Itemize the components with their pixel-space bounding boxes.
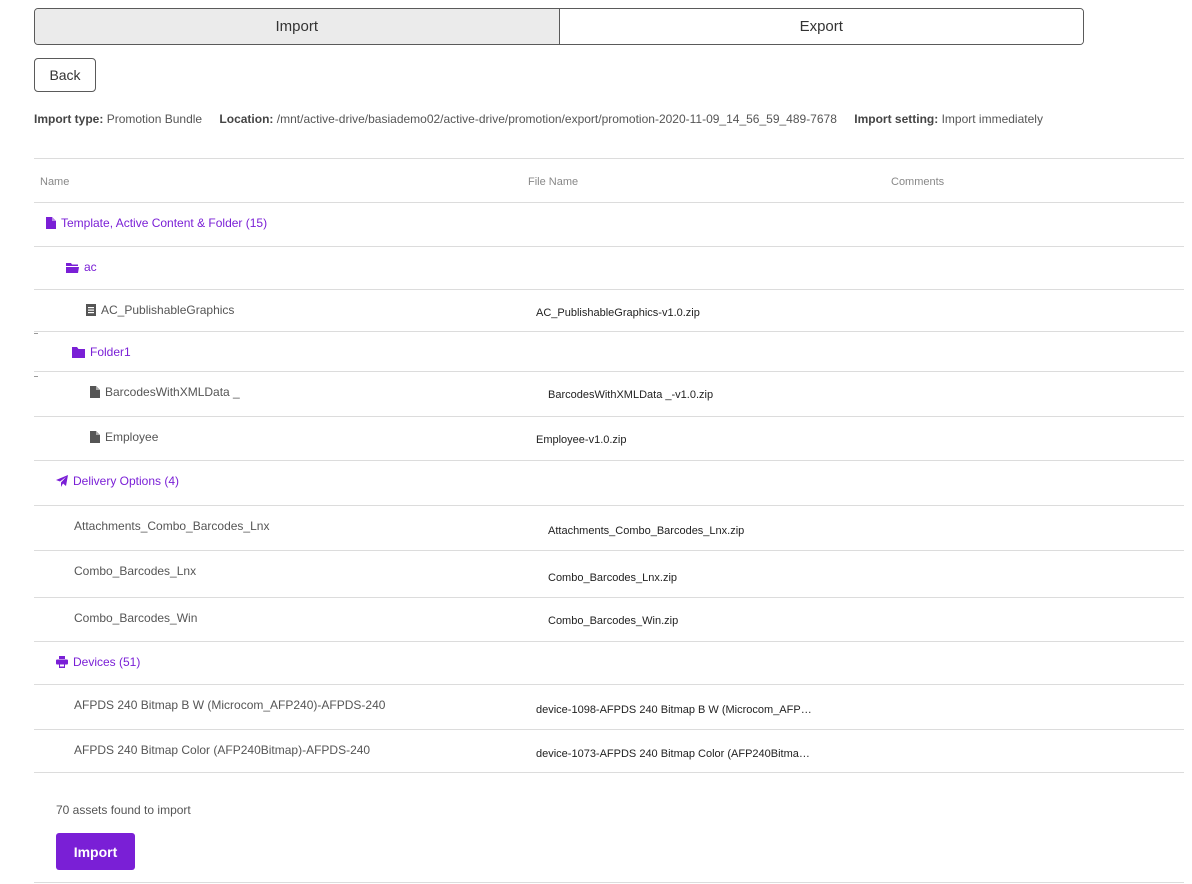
assets-table: Name File Name Comments Template, Active… <box>34 158 1184 773</box>
folder-icon <box>72 346 85 358</box>
row-name: Delivery Options (4) <box>56 474 179 488</box>
row-name: AFPDS 240 Bitmap B W (Microcom_AFP240)-A… <box>74 698 385 712</box>
row-name: Combo_Barcodes_Win <box>74 611 197 625</box>
row-name-text: Devices (51) <box>73 655 141 669</box>
table-row[interactable]: AFPDS 240 Bitmap B W (Microcom_AFP240)-A… <box>34 685 1184 730</box>
import-export-tabs: Import Export <box>34 8 1084 45</box>
row-name: Employee <box>90 430 158 444</box>
table-row[interactable]: Combo_Barcodes_Win Combo_Barcodes_Win.zi… <box>34 598 1184 642</box>
import-location: Location: /mnt/active-drive/basiademo02/… <box>219 112 836 126</box>
table-row[interactable]: Attachments_Combo_Barcodes_Lnx Attachmen… <box>34 506 1184 551</box>
row-name-text: Employee <box>105 430 159 444</box>
table-row[interactable]: Delivery Options (4) <box>34 461 1184 506</box>
row-file-name: device-1073-AFPDS 240 Bitmap Color (AFP2… <box>536 748 810 760</box>
table-row[interactable]: Folder1 <box>34 332 1184 372</box>
row-name: Attachments_Combo_Barcodes_Lnx <box>74 519 269 533</box>
document-icon <box>86 304 96 316</box>
row-name: Devices (51) <box>56 655 140 669</box>
table-row[interactable]: Employee Employee-v1.0.zip <box>34 417 1184 461</box>
file-icon <box>90 431 100 443</box>
table-row[interactable]: AFPDS 240 Bitmap Color (AFP240Bitmap)-AF… <box>34 730 1184 773</box>
table-row[interactable]: Devices (51) <box>34 642 1184 685</box>
row-name-text: Delivery Options (4) <box>73 474 180 488</box>
row-name-text: ac <box>84 260 97 274</box>
import-type: Import type: Promotion Bundle <box>34 112 202 126</box>
row-name: Template, Active Content & Folder (15) <box>46 216 267 230</box>
row-name-text: Template, Active Content & Folder (15) <box>61 216 268 230</box>
back-button[interactable]: Back <box>34 58 96 92</box>
row-name-text: Folder1 <box>90 345 131 359</box>
table-row[interactable]: BarcodesWithXMLData _ BarcodesWithXMLDat… <box>34 372 1184 417</box>
row-name: BarcodesWithXMLData _ <box>90 385 240 399</box>
row-name: ac <box>66 260 97 274</box>
import-info: Import type: Promotion Bundle Location: … <box>34 112 1192 126</box>
row-file-name: device-1098-AFPDS 240 Bitmap B W (Microc… <box>536 704 812 716</box>
row-name-text: BarcodesWithXMLData _ <box>105 385 240 399</box>
tab-export[interactable]: Export <box>559 9 1083 44</box>
asset-count: 70 assets found to import <box>56 803 191 817</box>
row-name-text: AC_PublishableGraphics <box>101 303 235 317</box>
row-name: AFPDS 240 Bitmap Color (AFP240Bitmap)-AF… <box>74 743 370 757</box>
file-icon <box>90 386 100 398</box>
table-row[interactable]: ac <box>34 247 1184 290</box>
location-label: Location: <box>219 112 274 126</box>
row-name-text: AFPDS 240 Bitmap Color (AFP240Bitmap)-AF… <box>74 743 371 757</box>
divider-tick <box>34 333 38 334</box>
table-row[interactable]: Template, Active Content & Folder (15) <box>34 203 1184 247</box>
folder-open-icon <box>66 262 79 273</box>
table-row[interactable]: Combo_Barcodes_Lnx Combo_Barcodes_Lnx.zi… <box>34 551 1184 598</box>
table-header: Name File Name Comments <box>34 158 1184 203</box>
import-setting-value: Import immediately <box>941 112 1043 126</box>
row-name: Folder1 <box>72 345 131 359</box>
row-name-text: Combo_Barcodes_Win <box>74 611 198 625</box>
import-setting-label: Import setting: <box>854 112 939 126</box>
bottom-divider <box>34 882 1184 883</box>
row-name-text: AFPDS 240 Bitmap B W (Microcom_AFP240)-A… <box>74 698 386 712</box>
column-comments: Comments <box>891 176 945 188</box>
row-file-name: AC_PublishableGraphics-v1.0.zip <box>536 307 700 319</box>
column-name: Name <box>40 176 70 188</box>
column-file-name: File Name <box>528 176 579 188</box>
table-row[interactable]: AC_PublishableGraphics AC_PublishableGra… <box>34 290 1184 332</box>
file-icon <box>46 217 56 229</box>
row-file-name: BarcodesWithXMLData _-v1.0.zip <box>548 389 714 401</box>
row-file-name: Employee-v1.0.zip <box>536 434 627 446</box>
import-setting: Import setting: Import immediately <box>854 112 1043 126</box>
row-file-name: Attachments_Combo_Barcodes_Lnx.zip <box>548 525 745 537</box>
divider-tick <box>34 376 38 377</box>
row-name-text: Attachments_Combo_Barcodes_Lnx <box>74 519 270 533</box>
location-value: /mnt/active-drive/basiademo02/active-dri… <box>276 112 837 126</box>
printer-icon <box>56 656 68 668</box>
row-file-name: Combo_Barcodes_Win.zip <box>548 615 679 627</box>
import-button[interactable]: Import <box>56 833 135 870</box>
import-type-value: Promotion Bundle <box>106 112 203 126</box>
tab-import[interactable]: Import <box>35 9 560 44</box>
row-name: Combo_Barcodes_Lnx <box>74 564 196 578</box>
import-type-label: Import type: <box>34 112 104 126</box>
row-name: AC_PublishableGraphics <box>86 303 234 317</box>
row-file-name: Combo_Barcodes_Lnx.zip <box>548 572 678 584</box>
paper-plane-icon <box>56 475 68 487</box>
row-name-text: Combo_Barcodes_Lnx <box>74 564 197 578</box>
